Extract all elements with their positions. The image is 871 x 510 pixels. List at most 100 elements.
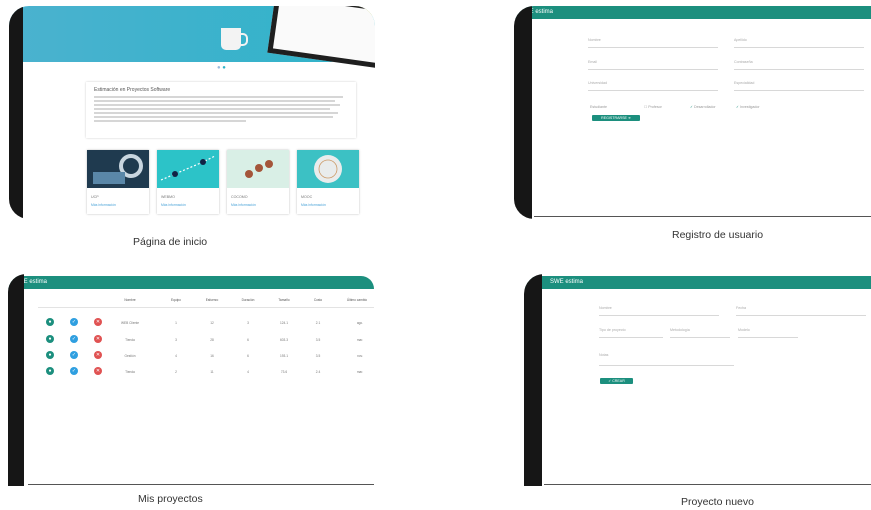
surname-field[interactable]: Apellido xyxy=(734,36,864,48)
register-screenshot: SWE estima Nombre Apellido Email Contras… xyxy=(514,6,871,219)
col-header: Último cambio xyxy=(346,298,368,302)
methodology-field[interactable]: Metodología xyxy=(670,326,730,338)
edit-icon[interactable]: ✓ xyxy=(70,335,78,343)
cell: mar. xyxy=(356,338,364,342)
screen-bottom-edge xyxy=(28,484,374,485)
intro-title: Estimación en Proyectos Software xyxy=(94,87,171,93)
home-screenshot: ● ● Estimación en Proyectos Software UCP… xyxy=(9,6,375,219)
col-header: Equipo xyxy=(171,298,181,302)
card-link[interactable]: Más información xyxy=(91,203,116,207)
card-link[interactable]: Más información xyxy=(161,203,186,207)
project-name[interactable]: Gestión xyxy=(116,354,144,358)
name-field[interactable]: Nombre xyxy=(588,36,718,48)
view-icon[interactable]: ● xyxy=(46,351,54,359)
cell: 3 xyxy=(247,321,249,325)
view-icon[interactable]: ● xyxy=(46,335,54,343)
cell: 2 xyxy=(175,370,177,374)
app-topbar: SWE estima xyxy=(514,6,871,19)
card-mooc[interactable]: MOOC Más información xyxy=(297,150,359,214)
model-field[interactable]: Modelo xyxy=(738,326,798,338)
caption-new-project: Proyecto nuevo xyxy=(681,496,754,508)
screen-bottom-edge xyxy=(544,484,871,485)
col-header: Tamaño xyxy=(278,298,290,302)
cell: 2.4 xyxy=(315,370,321,374)
caption-home: Página de inicio xyxy=(133,236,208,248)
caption-projects: Mis proyectos xyxy=(138,493,203,505)
cell: mar. xyxy=(356,370,364,374)
app-topbar: SWE estima xyxy=(524,276,871,289)
col-header: Nombre xyxy=(124,298,136,302)
delete-icon[interactable]: ✕ xyxy=(94,335,102,343)
cell: 6 xyxy=(247,354,249,358)
col-header: Duración xyxy=(241,298,255,302)
cell: 4 xyxy=(175,354,177,358)
create-button[interactable]: ✓ CREAR xyxy=(600,378,633,384)
caption-register: Registro de usuario xyxy=(672,229,764,241)
photo-border xyxy=(8,274,24,486)
carousel-dots[interactable]: ● ● xyxy=(217,65,226,71)
cell: 12 xyxy=(210,321,214,325)
card-link[interactable]: Más información xyxy=(231,203,256,207)
card-cocomo[interactable]: COCOMO Más información xyxy=(227,150,289,214)
project-name[interactable]: Tienda xyxy=(116,370,144,374)
cell: 4 xyxy=(247,370,249,374)
card-cocomo-image xyxy=(227,150,289,188)
edit-icon[interactable]: ✓ xyxy=(70,351,78,359)
email-field[interactable]: Email xyxy=(588,58,718,70)
edit-icon[interactable]: ✓ xyxy=(70,367,78,375)
cell: 2.1 xyxy=(315,321,321,325)
university-field[interactable]: Universidad xyxy=(588,79,718,91)
col-header: Costo xyxy=(313,298,323,302)
cell: 1 xyxy=(175,321,177,325)
specialty-field[interactable]: Especialidad xyxy=(734,79,864,91)
cell: 3.5 xyxy=(315,338,321,342)
card-title: WEBMO xyxy=(161,195,175,199)
cell: 603.3 xyxy=(280,338,288,342)
col-header: Esfuerzo xyxy=(205,298,219,302)
project-type-field[interactable]: Tipo de proyecto xyxy=(599,326,663,338)
card-webmo[interactable]: WEBMO Más información xyxy=(157,150,219,214)
view-icon[interactable]: ● xyxy=(46,318,54,326)
cell: 16 xyxy=(210,354,214,358)
photo-border xyxy=(514,6,532,219)
check-student[interactable]: Estudiante xyxy=(590,105,607,109)
notes-field[interactable]: Notas xyxy=(599,351,734,366)
project-name[interactable]: Tienda xyxy=(116,338,144,342)
cell: 3 xyxy=(175,338,177,342)
project-name-field[interactable]: Nombre xyxy=(599,304,719,316)
intro-card: Estimación en Proyectos Software xyxy=(86,82,356,138)
delete-icon[interactable]: ✕ xyxy=(94,351,102,359)
photo-border xyxy=(524,274,542,486)
view-icon[interactable]: ● xyxy=(46,367,54,375)
check-icon: ✓ xyxy=(608,379,612,383)
card-title: UCP xyxy=(91,195,99,199)
project-name[interactable]: WEB Cliente xyxy=(116,321,144,325)
register-button[interactable]: REGISTRARSE ➜ xyxy=(592,115,640,121)
check-teacher[interactable]: ☐ Profesor xyxy=(644,105,662,109)
edit-icon[interactable]: ✓ xyxy=(70,318,78,326)
password-field[interactable]: Contraseña xyxy=(734,58,864,70)
cell: 11 xyxy=(210,370,214,374)
delete-icon[interactable]: ✕ xyxy=(94,367,102,375)
cell: 124.1 xyxy=(280,321,288,325)
app-topbar: SWE estima xyxy=(8,276,374,289)
arrow-right-icon: ➜ xyxy=(627,116,631,120)
screen-bottom-edge xyxy=(534,216,871,217)
cell: 73.6 xyxy=(280,370,288,374)
card-title: COCOMO xyxy=(231,195,248,199)
cell: 3.5 xyxy=(315,354,321,358)
card-ucp-image xyxy=(87,150,149,188)
cell: 28 xyxy=(210,338,214,342)
check-developer[interactable]: ✓ Desarrollador xyxy=(690,105,716,109)
card-ucp[interactable]: UCP Más información xyxy=(87,150,149,214)
cell: nov. xyxy=(357,354,363,358)
check-researcher[interactable]: ✓ Investigador xyxy=(736,105,760,109)
card-title: MOOC xyxy=(301,195,313,199)
date-field[interactable]: Fecha xyxy=(736,304,866,316)
card-mooc-image xyxy=(297,150,359,188)
hero-mug-image xyxy=(221,28,241,50)
card-link[interactable]: Más información xyxy=(301,203,326,207)
cell: 193.1 xyxy=(280,354,288,358)
delete-icon[interactable]: ✕ xyxy=(94,318,102,326)
card-webmo-image xyxy=(157,150,219,188)
